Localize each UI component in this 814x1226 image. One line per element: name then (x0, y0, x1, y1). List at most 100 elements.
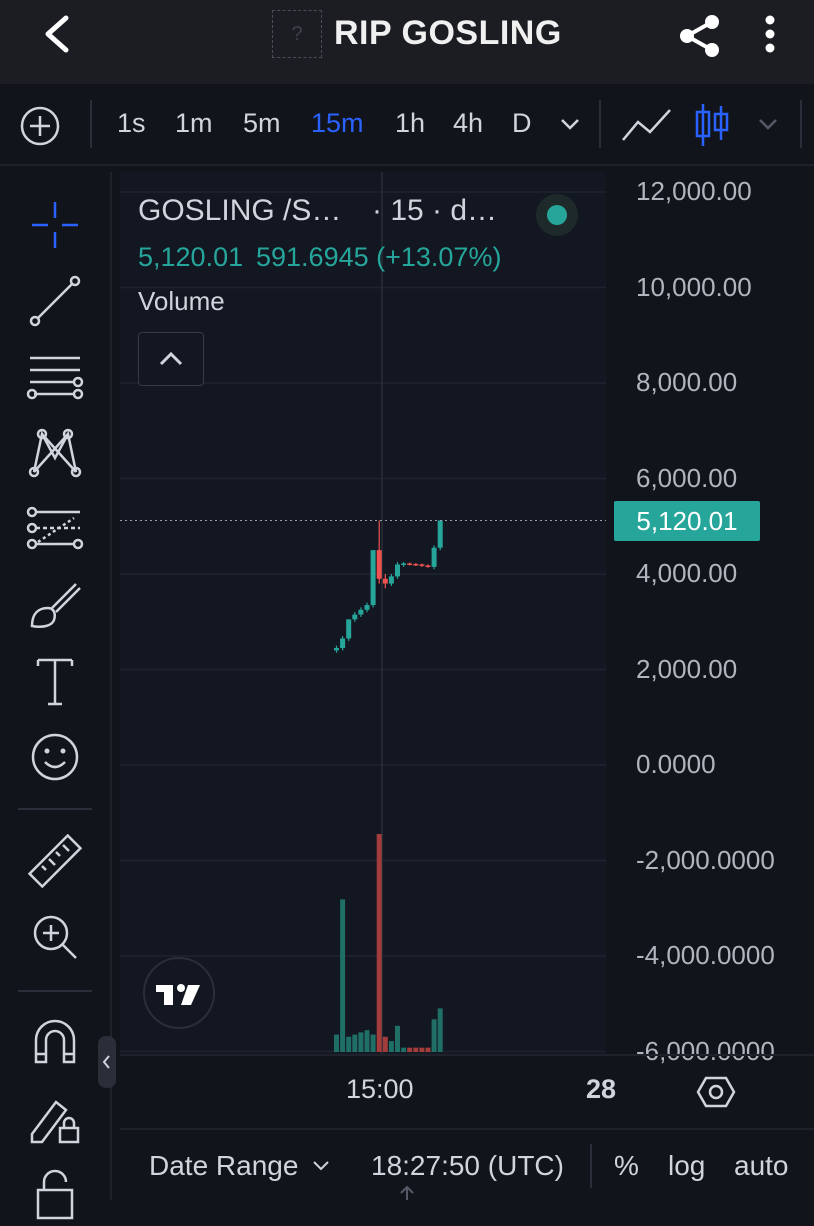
volume-bar (431, 1019, 437, 1052)
volume-bar (352, 1034, 358, 1052)
brush-icon[interactable] (24, 574, 86, 636)
zoom-in-icon[interactable] (24, 906, 86, 968)
price-label: 6,000.00 (636, 462, 738, 493)
price-label: 4,000.00 (636, 558, 738, 588)
price-label: -2,000.0000 (636, 844, 775, 875)
timeframe-1h[interactable]: 1h (395, 108, 425, 139)
candle (419, 563, 425, 567)
token-logo-placeholder: ? (272, 10, 322, 58)
volume-bar (382, 1036, 388, 1052)
current-time[interactable]: 18:27:50 (UTC) (371, 1150, 564, 1182)
volume-bar (340, 899, 346, 1052)
candle (370, 550, 376, 608)
fib-icon[interactable] (24, 498, 86, 560)
app-header: ? RIP GOSLING (0, 0, 814, 84)
volume-bar (437, 1008, 443, 1052)
candlestick-icon[interactable] (692, 100, 732, 150)
trend-line-icon[interactable] (24, 270, 86, 332)
pattern-icon[interactable] (24, 422, 86, 484)
current-price-tag: 5,120.01 (614, 500, 760, 541)
volume-bar (413, 1047, 419, 1052)
auto-toggle[interactable]: auto (734, 1150, 789, 1182)
settings-icon[interactable] (696, 1074, 736, 1110)
candle (388, 574, 394, 586)
price-label: 2,000.00 (636, 653, 738, 684)
time-label: 28 (586, 1074, 617, 1104)
market-status-indicator[interactable] (536, 194, 578, 236)
price-axis[interactable]: 12,000.00 10,000.00 8,000.00 6,000.00 4,000.… (606, 172, 814, 1066)
bottom-bar: Date Range 18:27:50 (UTC) % log auto (120, 1128, 814, 1202)
timeframe-1m[interactable]: 1m (175, 108, 213, 139)
candle (425, 564, 431, 568)
volume-bar (395, 1025, 400, 1052)
arrow-up-icon (400, 1185, 414, 1200)
candle (401, 562, 407, 567)
crosshair-icon[interactable] (24, 194, 86, 256)
candle (346, 619, 352, 641)
more-vertical-icon[interactable] (760, 14, 780, 54)
chevron-down-icon[interactable] (756, 116, 780, 132)
page-title: RIP GOSLING (334, 14, 562, 52)
volume-bar (425, 1047, 431, 1052)
price-label: 0.0000 (636, 749, 716, 779)
plus-circle-icon[interactable] (18, 104, 62, 148)
legend-interval: · 15 · d… (372, 194, 498, 227)
timeframe-1s[interactable]: 1s (117, 108, 146, 139)
volume-bar (388, 1041, 394, 1052)
candle (340, 636, 346, 651)
price-label: 10,000.00 (636, 271, 752, 302)
text-icon[interactable] (24, 650, 86, 712)
price-label: 12,000.00 (636, 176, 752, 206)
time-axis[interactable]: 15:00 28 (120, 1054, 814, 1128)
panel-collapse-handle[interactable] (98, 1036, 116, 1088)
ruler-icon[interactable] (24, 830, 86, 892)
chevron-down-icon[interactable] (558, 116, 582, 132)
collapse-legend-button[interactable] (138, 332, 204, 386)
chart-toolbar: 1s 1m 5m 15m 1h 4h D (0, 86, 814, 166)
chart-legend: GOSLING /S… · 15 · d… 5,120.01 591.6945 … (138, 190, 598, 390)
volume-bar (407, 1047, 413, 1052)
volume-bar (346, 1036, 352, 1052)
timeframe-15m[interactable]: 15m (311, 108, 364, 139)
candle (431, 545, 437, 570)
line-chart-icon[interactable] (620, 106, 674, 144)
legend-price: 5,120.01 (138, 242, 244, 272)
chevron-down-icon[interactable] (312, 1160, 330, 1172)
percent-toggle[interactable]: % (614, 1150, 639, 1182)
volume-bar (376, 834, 382, 1052)
date-range-button[interactable]: Date Range (149, 1150, 298, 1182)
log-toggle[interactable]: log (668, 1150, 705, 1182)
drawing-tools-panel (0, 172, 112, 1220)
volume-bar (401, 1047, 407, 1052)
volume-bar (334, 1034, 339, 1052)
tradingview-logo (143, 957, 215, 1029)
candle (407, 562, 413, 566)
lock-drawing-icon[interactable] (24, 1088, 86, 1150)
horizontal-lines-icon[interactable] (24, 346, 86, 408)
candle (334, 645, 339, 653)
price-label: 8,000.00 (636, 367, 738, 397)
volume-bar (419, 1047, 425, 1052)
legend-change: 591.6945 (+13.07%) (256, 242, 502, 272)
volume-bar (364, 1030, 370, 1052)
chevron-left-icon (102, 1055, 110, 1069)
chevron-up-icon (159, 351, 183, 366)
timeframe-5m[interactable]: 5m (243, 108, 281, 139)
legend-symbol[interactable]: GOSLING /S… (138, 194, 341, 228)
volume-bar (370, 1034, 376, 1052)
timeframe-d[interactable]: D (512, 108, 532, 139)
back-icon[interactable] (38, 14, 74, 54)
magnet-icon[interactable] (24, 1012, 86, 1074)
share-icon[interactable] (678, 14, 722, 58)
volume-bar (358, 1032, 364, 1052)
price-label: -4,000.0000 (636, 940, 775, 970)
candle (364, 602, 370, 613)
candle (352, 612, 358, 622)
candle (395, 562, 400, 579)
candle (413, 563, 419, 566)
emoji-icon[interactable] (24, 726, 86, 788)
candle (358, 607, 364, 617)
candle (382, 574, 388, 589)
unlock-icon[interactable] (24, 1164, 86, 1226)
timeframe-4h[interactable]: 4h (453, 108, 483, 139)
